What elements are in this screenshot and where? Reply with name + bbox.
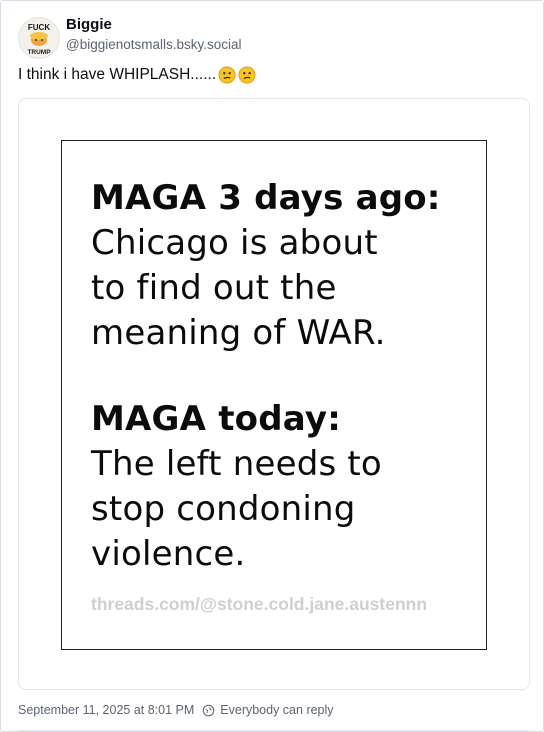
reply-setting: Everybody can reply [202,703,334,717]
avatar-text-bottom: TRUMP [27,49,51,56]
text-block-maga-today: MAGA today: The left needs to stop condo… [91,397,382,577]
post-card: FUCK TRUMP Biggie @biggienotsmalls.bsky.… [0,0,544,732]
post-footer: September 11, 2025 at 8:01 PM Everybody … [18,703,334,717]
confused-face-emoji-icon [218,66,236,84]
footer-divider [18,730,528,731]
block1-line: to find out the [91,268,337,308]
post-image-embed[interactable]: MAGA 3 days ago: Chicago is about to fin… [18,98,530,690]
block1-line: meaning of WAR. [91,313,386,353]
post-timestamp[interactable]: September 11, 2025 at 8:01 PM [18,703,194,717]
block2-line: violence. [91,534,246,574]
globe-icon [202,704,215,716]
text-block-maga-3-days-ago: MAGA 3 days ago: Chicago is about to fin… [91,176,441,356]
author-handle[interactable]: @biggienotsmalls.bsky.social [66,37,242,52]
block2-line: The left needs to [91,444,382,484]
avatar-image: FUCK TRUMP [19,18,59,58]
image-card: MAGA 3 days ago: Chicago is about to fin… [61,140,487,650]
block2-heading: MAGA today: [91,399,342,439]
block1-line: Chicago is about [91,223,378,263]
avatar-text-top: FUCK [28,23,50,32]
author-name[interactable]: Biggie [66,16,112,33]
confused-face-emoji-icon [238,66,256,84]
post-text: I think i have WHIPLASH...... [18,66,256,84]
reply-setting-label: Everybody can reply [220,703,334,717]
post-text-body: I think i have WHIPLASH...... [18,66,217,83]
block1-heading: MAGA 3 days ago: [91,178,441,218]
image-watermark: threads.com/@stone.cold.jane.austennn [91,594,428,614]
block2-line: stop condoning [91,489,356,529]
avatar[interactable]: FUCK TRUMP [18,17,60,59]
post-header: FUCK TRUMP Biggie @biggienotsmalls.bsky.… [18,14,518,59]
